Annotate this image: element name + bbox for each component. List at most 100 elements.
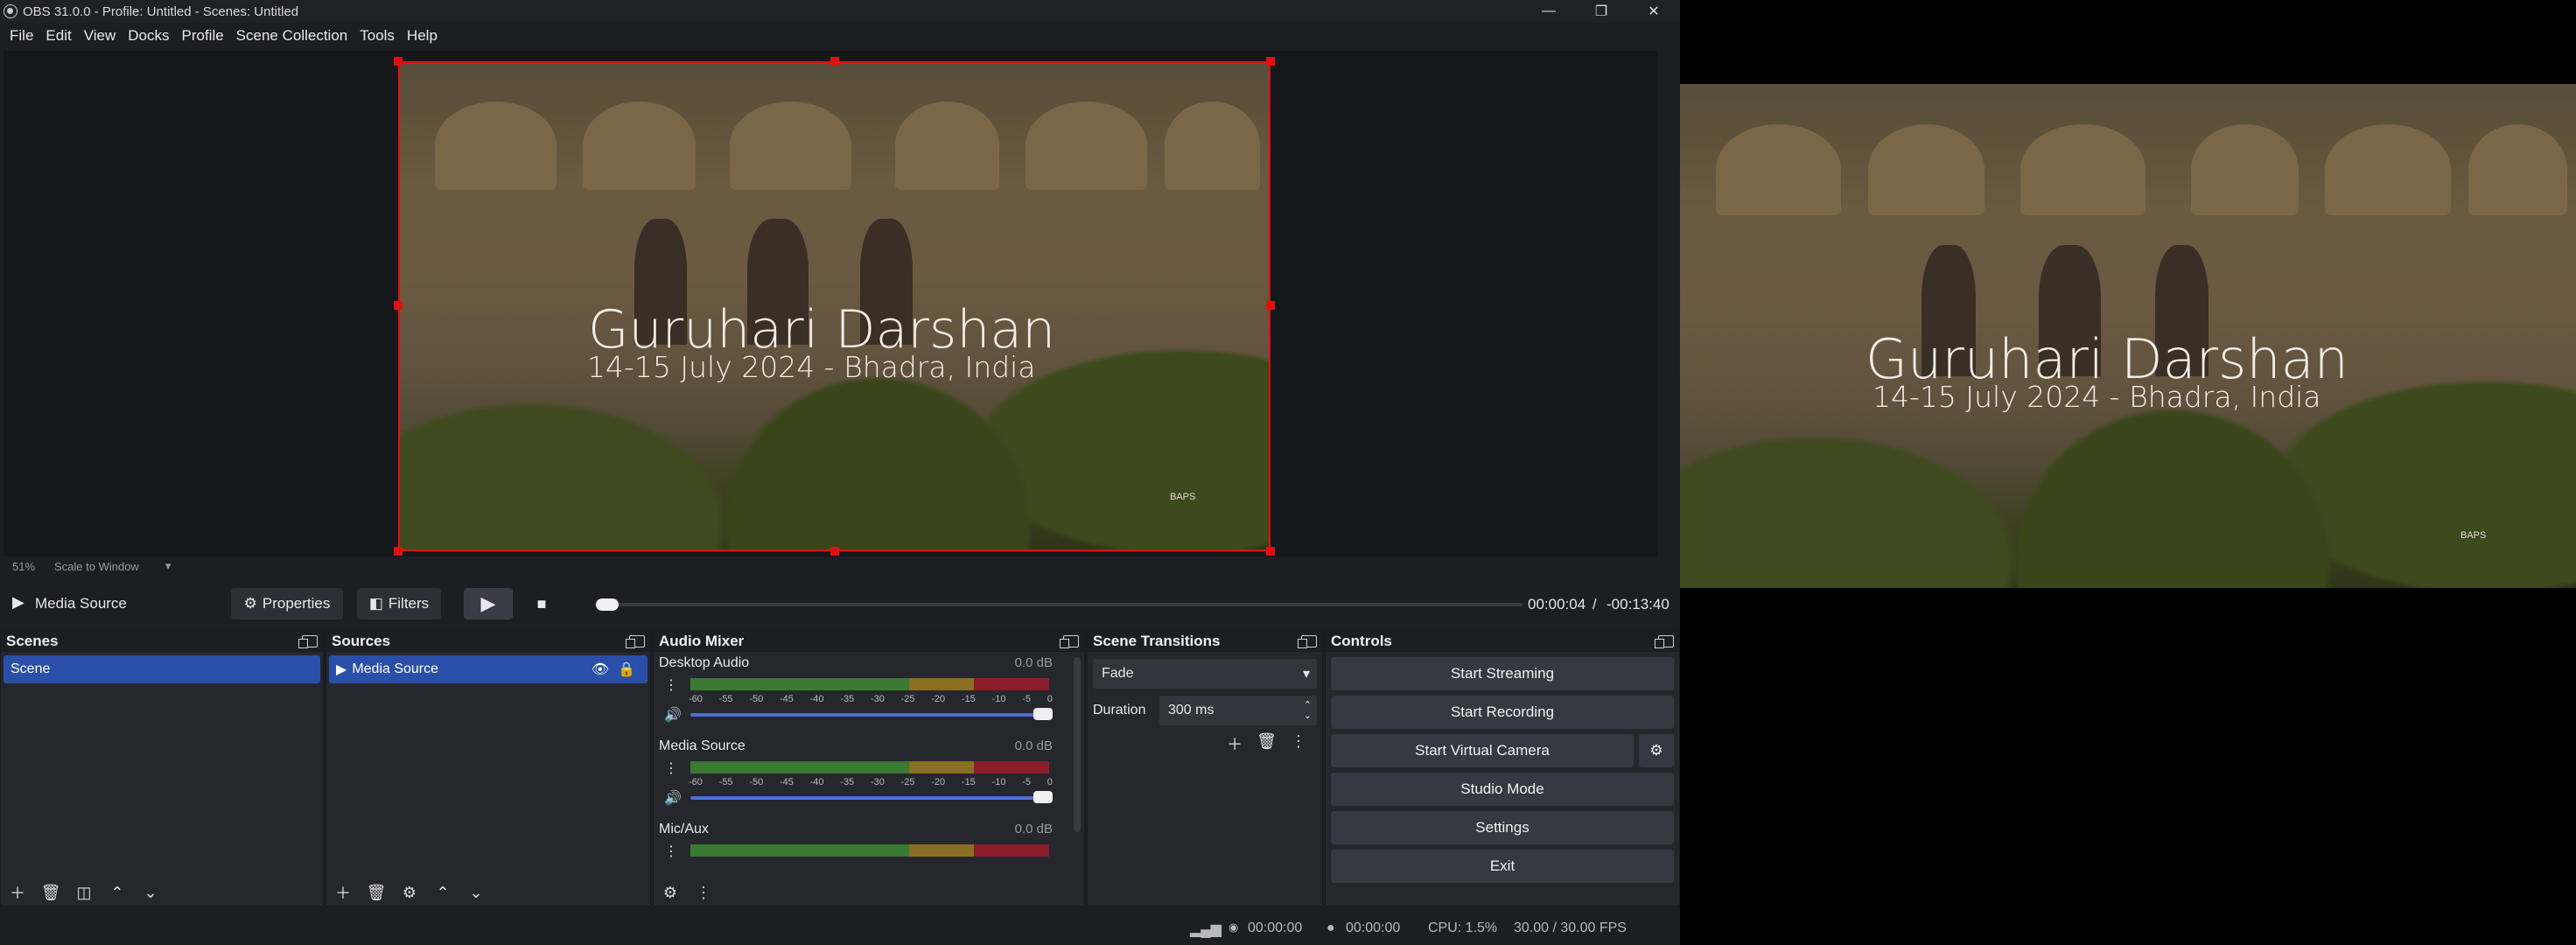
play-icon: ▶ [480, 592, 496, 614]
meter-scale: -60 -55 -50 -45 -40 -35 -30 -25 -20 -15 -10 -5 0 [689, 694, 1053, 704]
filters-label: Filters [388, 595, 430, 612]
status-bar: ▂▄▆ ◉ 00:00:00 ● 00:00:00 CPU: 1.5% 30.0… [0, 910, 1680, 945]
resize-handle-bl[interactable] [394, 547, 402, 556]
menu-help[interactable]: Help [401, 27, 444, 45]
speaker-icon[interactable]: 🔊 [664, 706, 682, 724]
undock-icon[interactable] [626, 635, 645, 648]
temple-image: Guruhari Darshan 14-15 July 2024 - Bhadr… [1680, 84, 2576, 588]
advanced-audio-icon[interactable]: ⚙ [659, 881, 682, 904]
duration-value: 300 ms [1168, 703, 1214, 718]
resize-handle-t[interactable] [830, 57, 839, 66]
start-virtual-camera-button[interactable]: Start Virtual Camera [1331, 734, 1634, 767]
eye-icon[interactable]: 👁 [592, 661, 609, 678]
record-status-icon: ● [1326, 920, 1335, 935]
scale-mode-select[interactable]: Scale to Window ▾ [54, 559, 171, 573]
volume-knob[interactable] [1033, 708, 1053, 720]
channel-level: 0.0 dB [1014, 822, 1053, 836]
play-small-icon: ▶ [336, 662, 347, 677]
virtual-camera-settings-button[interactable]: ⚙ [1639, 734, 1674, 767]
zoom-level: 51% [12, 559, 36, 573]
menu-profile[interactable]: Profile [175, 27, 229, 45]
menu-scene-collection[interactable]: Scene Collection [230, 27, 354, 45]
duration-input[interactable]: 300 ms ⌃ ⌄ [1159, 696, 1317, 725]
preview-area[interactable]: Guruhari Darshan 14-15 July 2024 - Bhadr… [4, 51, 1657, 556]
start-recording-button[interactable]: Start Recording [1331, 696, 1674, 729]
transition-select[interactable]: Fade ▾ [1093, 659, 1317, 689]
media-seek-bar[interactable] [595, 598, 1522, 611]
trash-icon[interactable]: 🗑 [365, 881, 388, 904]
mixer-scrollbar[interactable] [1074, 657, 1081, 832]
source-item[interactable]: ▶ Media Source 👁 🔒 [329, 655, 648, 683]
minimize-button[interactable]: — [1522, 0, 1575, 23]
sources-dock: Sources ▶ Media Source 👁 🔒 ＋ 🗑 ⚙ ⌃ ⌄ [326, 630, 651, 906]
time-remaining: -00:13:40 [1606, 596, 1670, 612]
move-down-icon[interactable]: ⌄ [465, 881, 487, 904]
trash-icon[interactable]: 🗑 [39, 881, 62, 904]
filters-button[interactable]: ◧ Filters [357, 588, 441, 620]
speaker-icon[interactable]: 🔊 [664, 789, 682, 807]
gear-icon: ⚙ [1649, 742, 1663, 759]
menu-view[interactable]: View [78, 27, 122, 45]
scene-filter-icon[interactable]: ◫ [73, 881, 95, 904]
add-icon[interactable]: ＋ [1227, 732, 1242, 755]
meter-scale: -60 -55 -50 -45 -40 -35 -30 -25 -20 -15 -10 -5 0 [689, 777, 1053, 788]
seek-knob[interactable] [596, 598, 620, 611]
window-title: OBS 31.0.0 - Profile: Untitled - Scenes:… [23, 4, 299, 19]
preview-canvas[interactable]: Guruhari Darshan 14-15 July 2024 - Bhadr… [398, 61, 1270, 551]
overlay-subtitle: 14-15 July 2024 - Bhadra, India [1872, 380, 2321, 414]
kebab-menu-icon[interactable]: ⋮ [664, 760, 678, 777]
kebab-menu-icon[interactable]: ⋮ [664, 843, 678, 860]
undock-icon[interactable] [1298, 635, 1317, 648]
properties-button[interactable]: ⚙ Properties [231, 588, 343, 620]
play-button[interactable]: ▶ [464, 588, 513, 620]
resize-handle-tr[interactable] [1266, 57, 1275, 66]
play-small-icon: ▶ [12, 593, 24, 611]
add-icon[interactable]: ＋ [332, 881, 354, 904]
volume-knob[interactable] [1033, 791, 1053, 803]
stop-icon: ■ [536, 594, 547, 612]
spin-buttons-icon[interactable]: ⌃ ⌄ [1304, 700, 1312, 721]
volume-slider[interactable] [690, 791, 1053, 803]
resize-handle-b[interactable] [830, 547, 839, 556]
scene-item[interactable]: Scene [4, 655, 320, 683]
resize-handle-br[interactable] [1266, 547, 1275, 556]
transition-value: Fade [1102, 666, 1134, 681]
start-streaming-button[interactable]: Start Streaming [1331, 657, 1674, 690]
add-icon[interactable]: ＋ [6, 881, 29, 904]
restore-button[interactable]: ❐ [1575, 0, 1628, 23]
move-up-icon[interactable]: ⌃ [431, 881, 454, 904]
kebab-menu-icon[interactable]: ⋮ [1291, 732, 1306, 755]
menu-docks[interactable]: Docks [122, 27, 175, 45]
properties-label: Properties [262, 595, 331, 612]
scale-mode-value: Scale to Window [54, 559, 139, 573]
resize-handle-r[interactable] [1266, 301, 1275, 310]
close-button[interactable]: ✕ [1628, 0, 1680, 23]
menu-tools[interactable]: Tools [354, 27, 401, 45]
controls-title: Controls [1331, 633, 1392, 649]
lock-icon[interactable]: 🔒 [618, 661, 635, 678]
exit-button[interactable]: Exit [1331, 850, 1674, 883]
move-up-icon[interactable]: ⌃ [106, 881, 129, 904]
undock-icon[interactable] [1655, 635, 1674, 648]
settings-button[interactable]: Settings [1331, 811, 1674, 844]
obs-logo-icon [4, 4, 18, 18]
menu-edit[interactable]: Edit [39, 27, 77, 45]
kebab-menu-icon[interactable]: ⋮ [664, 676, 678, 694]
studio-mode-button[interactable]: Studio Mode [1331, 773, 1674, 806]
preview-scale-bar: 51% Scale to Window ▾ [4, 558, 1657, 574]
volume-slider[interactable] [690, 708, 1053, 720]
undock-icon[interactable] [298, 635, 318, 648]
trash-icon[interactable]: 🗑 [1256, 732, 1277, 755]
projector-output: Guruhari Darshan 14-15 July 2024 - Bhadr… [1680, 84, 2576, 588]
audio-mixer-dock: Audio Mixer Desktop Audio 0.0 dB ⋮ -60 -55… [653, 630, 1085, 906]
channel-level: 0.0 dB [1014, 655, 1053, 670]
move-down-icon[interactable]: ⌄ [139, 881, 162, 904]
gear-icon[interactable]: ⚙ [398, 881, 421, 904]
menu-file[interactable]: File [4, 27, 39, 45]
resize-handle-tl[interactable] [394, 57, 402, 66]
undock-icon[interactable] [1060, 635, 1079, 648]
stop-button[interactable]: ■ [523, 588, 560, 620]
channel-name: Mic/Aux [659, 822, 709, 836]
resize-handle-l[interactable] [394, 301, 402, 310]
kebab-menu-icon[interactable]: ⋮ [692, 881, 715, 904]
